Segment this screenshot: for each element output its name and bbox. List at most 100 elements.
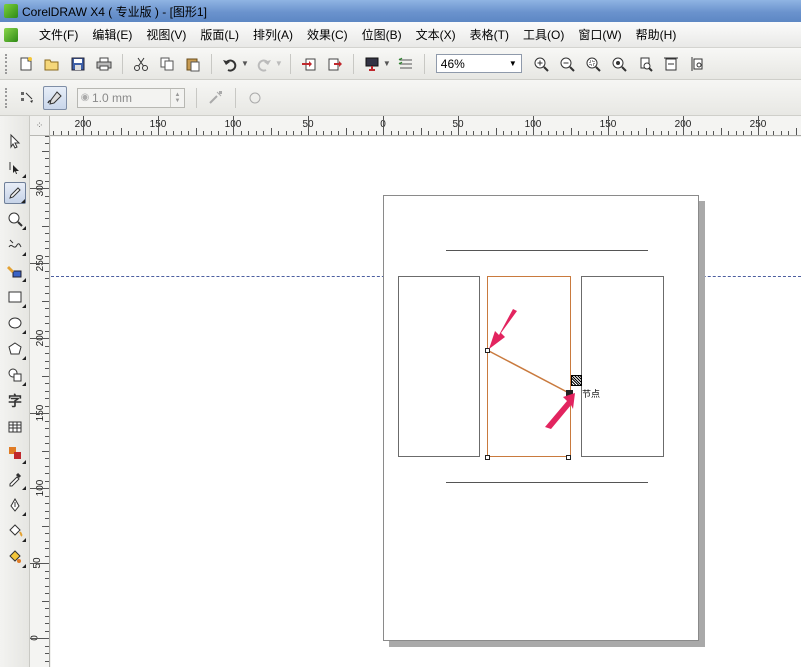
nudge-spinner[interactable]: ▲ ▼ [170, 88, 184, 107]
rect-corner-node-bl [485, 455, 490, 460]
undo-icon[interactable] [219, 53, 241, 75]
app-launcher-dropdown-chevron-icon[interactable]: ▼ [383, 59, 391, 68]
ruler-tick [600, 131, 602, 135]
redo-dropdown-chevron-icon[interactable]: ▼ [275, 59, 283, 68]
ruler-tick [728, 131, 729, 135]
ruler-tick [390, 131, 392, 135]
outline-pen-icon[interactable] [4, 494, 26, 516]
zoom-all-icon[interactable] [608, 53, 630, 75]
ruler-tick [30, 188, 49, 189]
spin-down-icon[interactable]: ▼ [175, 98, 181, 104]
zoom-selected-icon[interactable] [582, 53, 604, 75]
print-icon[interactable] [93, 53, 115, 75]
menu-help[interactable]: 帮助(H) [629, 26, 684, 43]
menu-file[interactable]: 文件(F) [32, 26, 85, 43]
outline-circle-icon[interactable] [243, 86, 267, 110]
ruler-tick [788, 131, 789, 135]
ruler-tick [45, 443, 49, 444]
interactive-blend-icon[interactable] [4, 442, 26, 464]
basic-shapes-icon[interactable] [4, 364, 26, 386]
freehand-line-shape[interactable] [51, 137, 801, 667]
propbar-grip[interactable] [5, 87, 9, 108]
pick-tool-icon[interactable] [4, 130, 26, 152]
ruler-tick [218, 131, 219, 135]
ruler-tick [45, 136, 49, 137]
save-icon[interactable] [67, 53, 89, 75]
ruler-tick [210, 131, 212, 135]
ruler-tick [683, 116, 684, 135]
menu-effects[interactable]: 效果(C) [300, 26, 355, 43]
ruler-tick [608, 116, 609, 135]
vertical-ruler[interactable]: 300250200150100500 [30, 136, 50, 667]
menu-window[interactable]: 窗口(W) [571, 26, 628, 43]
ruler-tick [495, 128, 497, 135]
ruler-tick [45, 608, 49, 609]
zoom-page-icon[interactable] [634, 53, 656, 75]
freehand-smoothing-icon[interactable] [43, 85, 67, 110]
ruler-tick [45, 465, 49, 467]
undo-dropdown-chevron-icon[interactable]: ▼ [241, 59, 249, 68]
shape-tool-icon[interactable] [4, 156, 26, 178]
menu-bitmaps[interactable]: 位图(B) [355, 26, 409, 43]
ruler-tick [518, 131, 519, 135]
zoom-level-select[interactable]: 46% ▼ [435, 54, 522, 73]
paste-icon[interactable] [182, 53, 204, 75]
zoom-width-icon[interactable] [660, 53, 682, 75]
nudge-distance-field[interactable]: ◉ 1.0 mm ▲ ▼ [77, 87, 185, 108]
ellipse-tool-icon[interactable] [4, 312, 26, 334]
welcome-icon[interactable] [395, 53, 417, 75]
fill-tool-icon[interactable] [4, 520, 26, 542]
redo-icon[interactable] [253, 53, 275, 75]
ruler-tick [750, 131, 752, 135]
zoom-out-icon[interactable] [556, 53, 578, 75]
ruler-tick [45, 210, 49, 212]
auto-close-curve-icon[interactable] [15, 86, 39, 110]
text-tool-icon[interactable]: 字 [4, 390, 26, 412]
rectangle-tool-icon[interactable] [4, 286, 26, 308]
menu-tools[interactable]: 工具(O) [516, 26, 571, 43]
ruler-origin-corner[interactable]: ⁘ [30, 116, 50, 136]
menu-layout[interactable]: 版面(L) [193, 26, 246, 43]
ruler-tick [713, 131, 714, 135]
menu-text[interactable]: 文本(X) [409, 26, 463, 43]
break-apart-icon[interactable] [204, 86, 228, 110]
ruler-tick [773, 131, 774, 135]
interactive-fill-icon[interactable] [4, 546, 26, 568]
ruler-tick [45, 615, 49, 617]
zoom-in-icon[interactable] [530, 53, 552, 75]
ruler-tick [240, 131, 242, 135]
menu-arrange[interactable]: 排列(A) [246, 26, 300, 43]
drawing-canvas[interactable]: 节点 [51, 137, 801, 667]
ruler-tick [338, 131, 339, 135]
open-icon[interactable] [41, 53, 63, 75]
import-icon[interactable] [298, 53, 320, 75]
zoom-height-icon[interactable] [686, 53, 708, 75]
menu-table[interactable]: 表格(T) [463, 26, 516, 43]
new-icon[interactable] [15, 53, 37, 75]
smart-drawing-icon[interactable] [4, 234, 26, 256]
freehand-tool-icon[interactable] [4, 182, 26, 204]
property-bar: ◉ 1.0 mm ▲ ▼ [0, 80, 801, 116]
smart-fill-icon[interactable] [4, 260, 26, 282]
cut-icon[interactable] [130, 53, 152, 75]
toolbar-separator [352, 53, 354, 74]
ruler-tick [45, 308, 49, 309]
ruler-tick [113, 131, 114, 135]
toolbar-grip[interactable] [5, 53, 9, 74]
ruler-tick [30, 338, 49, 339]
menu-view[interactable]: 视图(V) [139, 26, 193, 43]
toolbar-separator [289, 53, 291, 74]
polygon-tool-icon[interactable] [4, 338, 26, 360]
app-launcher-icon[interactable] [361, 53, 383, 75]
ruler-tick [645, 128, 647, 135]
horizontal-ruler[interactable]: 20015010050050100150200250 [50, 116, 801, 136]
zoom-tool-icon[interactable] [4, 208, 26, 230]
table-tool-icon[interactable] [4, 416, 26, 438]
ruler-tick [42, 375, 49, 377]
document-menu-icon[interactable] [4, 27, 18, 42]
export-icon[interactable] [324, 53, 346, 75]
eyedropper-icon[interactable] [4, 468, 26, 490]
menu-edit[interactable]: 编辑(E) [85, 26, 139, 43]
copy-icon[interactable] [156, 53, 178, 75]
ruler-tick [30, 488, 49, 489]
